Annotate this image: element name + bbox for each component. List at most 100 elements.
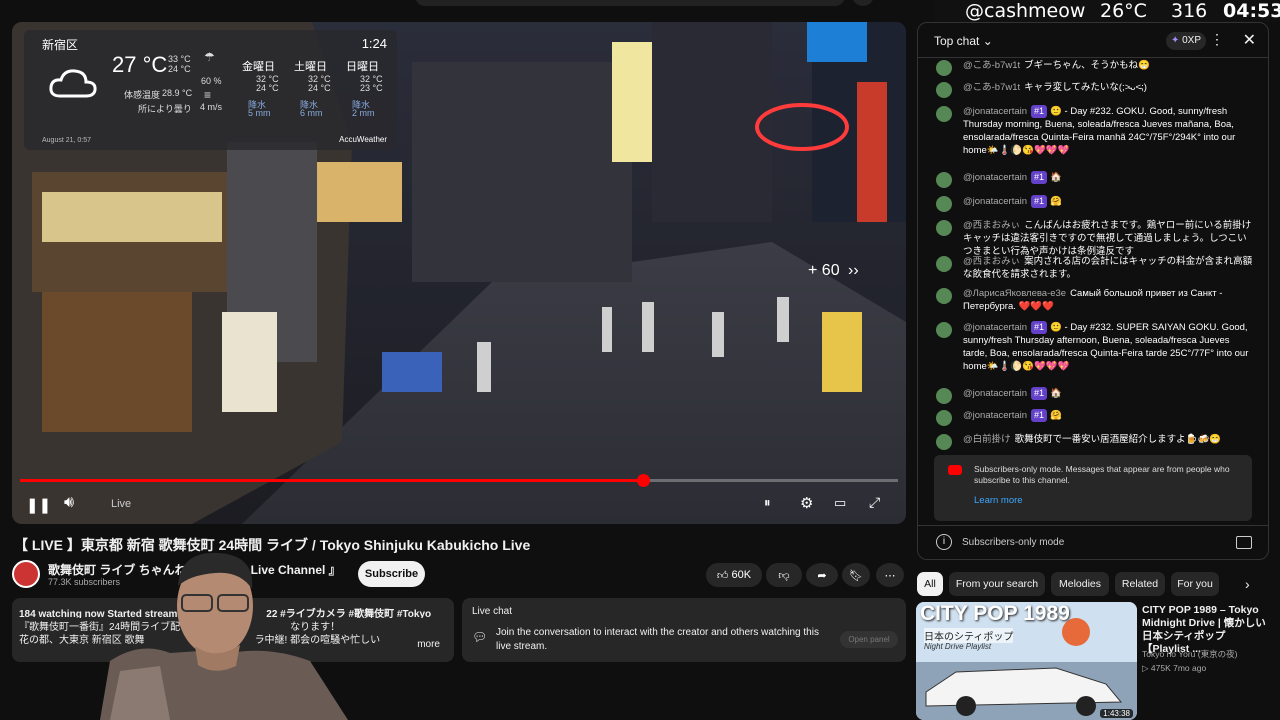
chat-message: @jonatacertain #1 🤗	[936, 195, 1256, 212]
chat-text: 🤗	[1050, 196, 1062, 207]
chip-all[interactable]: All	[917, 572, 943, 596]
like-count: 60K	[731, 569, 752, 581]
chat-avatar[interactable]	[936, 220, 952, 236]
pause-icon[interactable]: ❚❚	[26, 496, 51, 514]
weather-condition: 所により曇り	[138, 104, 192, 114]
autoplay-toggle-icon[interactable]: ⏸	[764, 495, 771, 511]
chat-avatar[interactable]	[936, 196, 952, 212]
weather-footer: August 21, 0:57	[42, 137, 92, 144]
theater-mode-icon[interactable]: ▭	[834, 495, 846, 511]
video-duration: 1:43:38	[1100, 709, 1133, 718]
chat-avatar[interactable]	[936, 256, 952, 272]
top-chat-dropdown[interactable]: Top chat ⌄	[934, 34, 993, 48]
chat-message: @こあ-b7w1t キャラ変してみたいな(;˃̵ᴗ˂̵;)	[936, 81, 1256, 98]
progress-fill	[20, 479, 644, 482]
description-more[interactable]: more	[417, 639, 440, 650]
chat-author[interactable]: @jonatacertain	[963, 196, 1027, 207]
weather-wind: 4 m/s	[200, 102, 223, 112]
open-panel-button[interactable]: Open panel	[840, 631, 898, 648]
chat-author[interactable]: @jonatacertain	[963, 322, 1027, 333]
live-chat-text: Join the conversation to interact with t…	[496, 627, 819, 652]
live-chat-heading: Live chat	[472, 606, 513, 617]
chat-avatar[interactable]	[936, 106, 952, 122]
chat-message: @jonatacertain #1 🏠	[936, 387, 1256, 404]
stream-overlay: @cashmeow 26°C 316 04:53	[935, 0, 1280, 22]
chat-author[interactable]: @西まおみぃ	[963, 220, 1020, 231]
day3-label: 日曜日	[346, 61, 379, 73]
day2-label: 土曜日	[294, 61, 327, 73]
chat-avatar[interactable]	[936, 288, 952, 304]
chat-text: 🤗	[1050, 410, 1062, 421]
chat-author[interactable]: @jonatacertain	[963, 172, 1027, 183]
settings-gear-icon[interactable]: ⚙	[800, 494, 813, 512]
chip-melodies[interactable]: Melodies	[1051, 572, 1109, 596]
thumb-title: CITY POP 1989	[920, 602, 1070, 625]
chat-author[interactable]: @西まおみぃ	[963, 256, 1020, 267]
live-chat-panel: Top chat ⌄ ✦ 0XP ⋮ ✕ @こあ-b7w1t ブギーちゃん、そうか…	[917, 22, 1269, 560]
mic-button-edge[interactable]	[852, 0, 874, 6]
stream-clock: 04:53	[1223, 0, 1280, 22]
stream-temp: 26°C	[1100, 0, 1147, 22]
live-chat-promo: Live chat 💬︎ Join the conversation to in…	[462, 598, 906, 662]
chat-author[interactable]: @ЛарисаЯковлева-е3е	[963, 288, 1066, 299]
live-label[interactable]: Live	[111, 498, 131, 510]
chat-avatar[interactable]	[936, 434, 952, 450]
chat-menu-icon[interactable]: ⋮	[1210, 31, 1224, 48]
chat-author[interactable]: @jonatacertain	[963, 106, 1027, 117]
recommended-video-meta: ▷ 475K 7mo ago	[1142, 663, 1207, 673]
youtube-icon	[948, 465, 962, 475]
chat-avatar[interactable]	[936, 82, 952, 98]
channel-avatar[interactable]	[12, 560, 40, 588]
close-chat-icon[interactable]: ✕	[1243, 30, 1256, 50]
weather-lo: 24 °C	[168, 64, 191, 74]
learn-more-link[interactable]: Learn more	[974, 495, 1023, 506]
chat-author[interactable]: @jonatacertain	[963, 410, 1027, 421]
chat-avatar[interactable]	[936, 410, 952, 426]
member-badge: #1	[1031, 105, 1048, 118]
subscribe-button[interactable]: Subscribe	[358, 561, 425, 587]
member-badge: #1	[1031, 387, 1048, 400]
chat-text: 歌舞伎町で一番安い居酒屋紹介しますよ🍺🍻😁	[1014, 434, 1222, 445]
share-button[interactable]: ➦	[806, 563, 838, 587]
like-button[interactable]: 👍︎ 60K	[706, 563, 762, 587]
volume-icon[interactable]: 🔊︎	[64, 494, 74, 512]
streamer-webcam-image	[100, 552, 348, 720]
weather-location: 新宿区	[42, 38, 79, 52]
chat-author[interactable]: @白前掛け	[963, 434, 1011, 445]
chat-avatar[interactable]	[936, 172, 952, 188]
subscribers-only-label: Subscribers-only mode	[962, 537, 1065, 548]
chat-message: @白前掛け 歌舞伎町で一番安い居酒屋紹介しますよ🍺🍻😁	[936, 433, 1256, 450]
video-player[interactable]: 新宿区 1:24 27 °C 33 °C 24 °C ☂ 60 % 体感温度 2…	[12, 22, 906, 524]
chevron-right-icon[interactable]: ›	[1245, 576, 1250, 592]
chat-avatar[interactable]	[936, 60, 952, 76]
fast-forward-icon: ››	[848, 262, 859, 279]
info-icon[interactable]: i	[936, 534, 952, 550]
chat-avatar[interactable]	[936, 388, 952, 404]
chip-from-your-search[interactable]: From your search	[949, 572, 1045, 596]
chat-avatar[interactable]	[936, 322, 952, 338]
top-chat-label: Top chat	[934, 34, 980, 48]
member-badge: #1	[1031, 321, 1048, 334]
search-bar-edge[interactable]	[415, 0, 845, 6]
xp-badge[interactable]: ✦ 0XP	[1166, 32, 1206, 50]
chat-author[interactable]: @こあ-b7w1t	[963, 60, 1020, 71]
recommended-video-channel[interactable]: Tokyo no Yoru (東京の夜)	[1142, 648, 1237, 660]
fullscreen-icon[interactable]: ⤢	[869, 494, 880, 511]
chat-text: 🏠	[1050, 172, 1062, 183]
recommended-video-thumbnail[interactable]: CITY POP 1989 日本のシティポップ Night Drive Play…	[916, 602, 1137, 720]
subscribers-only-notice: Subscribers-only mode. Messages that app…	[934, 455, 1252, 521]
save-button[interactable]: 🔖︎	[842, 563, 870, 587]
chevron-down-icon: ⌄	[982, 34, 993, 48]
weather-feels-label: 体感温度	[124, 90, 161, 100]
dislike-button[interactable]: 👎︎	[766, 563, 802, 587]
more-actions-button[interactable]: ⋯	[876, 563, 904, 587]
chat-author[interactable]: @jonatacertain	[963, 388, 1027, 399]
keyboard-icon[interactable]	[1236, 536, 1252, 549]
chip-for-you[interactable]: For you	[1171, 572, 1219, 596]
chat-text: ブギーちゃん、そうかもね😁	[1024, 60, 1151, 71]
chip-related[interactable]: Related	[1115, 572, 1165, 596]
day3-rain: 2 mm	[352, 108, 375, 118]
chat-author[interactable]: @こあ-b7w1t	[963, 82, 1020, 93]
progress-bar[interactable]	[20, 474, 898, 487]
chat-text: 🏠	[1050, 388, 1062, 399]
